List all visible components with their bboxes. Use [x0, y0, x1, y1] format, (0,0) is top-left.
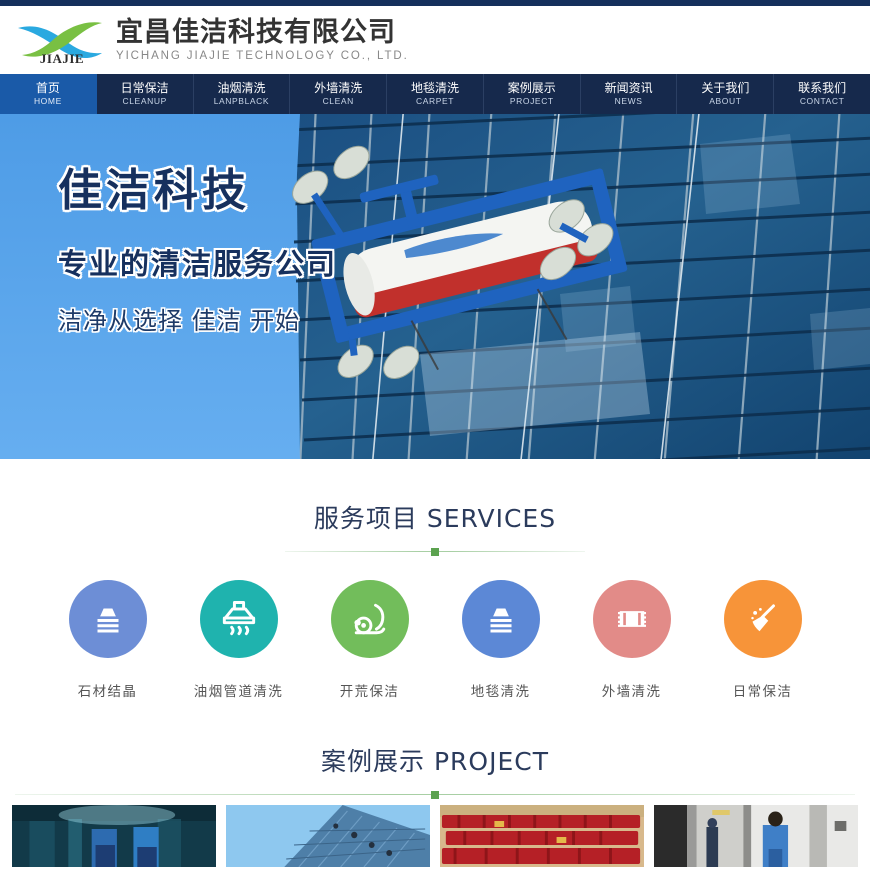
site-header: JIAJIE 宜昌佳洁科技有限公司 YICHANG JIAJIE TECHNOL… [0, 6, 870, 74]
service-item-range-hood[interactable]: 油烟管道清洗 [173, 580, 304, 700]
hero-copy: 佳洁科技 专业的清洁服务公司 洁净从选择 佳洁 开始 [58, 165, 338, 336]
service-item-curtain-wall[interactable]: 外墙清洗 [566, 580, 697, 700]
services-divider [285, 547, 585, 556]
hero-tagline: 洁净从选择 佳洁 开始 [58, 306, 301, 335]
nav-item-label-cn: 案例展示 [507, 80, 556, 95]
services-title: 服务项目 SERVICES [313, 504, 557, 533]
carpet-stack-icon[interactable] [461, 580, 540, 658]
project-thumbnail[interactable] [226, 805, 430, 867]
nav-item-label-cn: 地毯清洗 [411, 80, 460, 95]
nav-item-label-cn: 关于我们 [701, 80, 750, 95]
projects-heading: 案例展示 PROJECT [0, 700, 870, 799]
curtain-wall-icon[interactable] [592, 580, 671, 658]
nav-item-label-cn: 新闻资讯 [604, 80, 653, 95]
divider-dot [431, 547, 439, 556]
service-label: 日常保洁 [732, 684, 793, 700]
projects-section: 案例展示 PROJECT [0, 700, 870, 867]
projects-divider [15, 790, 855, 799]
nav-item-label-cn: 日常保洁 [120, 80, 169, 95]
company-name-cn: 宜昌佳洁科技有限公司 [116, 16, 396, 48]
divider-dot [431, 790, 439, 799]
nav-item-project[interactable]: 案例展示 PROJECT [484, 74, 581, 114]
vacuum-cleaner-icon[interactable] [330, 580, 409, 658]
services-grid: 石材结晶 油烟管道清洗 开荒保洁 地毯清洗 外墙清洗 日常保洁 [0, 552, 870, 700]
range-hood-icon[interactable] [199, 580, 278, 658]
service-item-stone-crystal[interactable]: 石材结晶 [42, 580, 173, 700]
nav-item-label-en: NEWS [614, 96, 643, 107]
nav-item-label-cn: 油烟清洗 [217, 80, 266, 95]
broom-icon[interactable] [723, 580, 802, 658]
main-navigation[interactable]: 首页 HOME 日常保洁 CLEANUP 油烟清洗 LANPBLACK 外墙清洗 CLEAN 地… [0, 74, 870, 114]
nav-item-label-en: LANPBLACK [213, 96, 270, 107]
nav-item-cleanup[interactable]: 日常保洁 CLEANUP [97, 74, 194, 114]
nav-item-label-en: CONTACT [799, 96, 845, 107]
nav-item-about[interactable]: 关于我们 ABOUT [677, 74, 775, 114]
service-label: 外墙清洗 [601, 684, 662, 700]
nav-item-home[interactable]: 首页 HOME [0, 74, 97, 114]
nav-item-news[interactable]: 新闻资讯 NEWS [581, 74, 678, 114]
projects-title: 案例展示 PROJECT [321, 747, 549, 776]
nav-item-label-en: CLEANUP [122, 96, 167, 107]
service-label: 地毯清洗 [470, 684, 531, 700]
projects-gallery [0, 795, 870, 867]
hero-subheadline: 专业的清洁服务公司 [58, 246, 338, 281]
service-label: 开荒保洁 [339, 684, 400, 700]
nav-item-clean[interactable]: 外墙清洗 CLEAN [290, 74, 388, 114]
project-thumbnail[interactable] [440, 805, 644, 867]
nav-item-label-cn: 首页 [35, 80, 60, 95]
project-thumbnail[interactable] [12, 805, 216, 867]
nav-item-label-en: CARPET [415, 96, 455, 107]
nav-item-label-en: PROJECT [509, 96, 554, 107]
service-item-vacuum-cleaner[interactable]: 开荒保洁 [304, 580, 435, 700]
nav-item-lanpblack[interactable]: 油烟清洗 LANPBLACK [194, 74, 291, 114]
hero-headline: 佳洁科技 [58, 165, 250, 216]
nav-item-label-en: ABOUT [709, 96, 742, 107]
nav-item-label-cn: 外墙清洗 [314, 80, 363, 95]
service-label: 石材结晶 [77, 684, 138, 700]
nav-item-label-cn: 联系我们 [798, 80, 847, 95]
service-item-broom[interactable]: 日常保洁 [697, 580, 828, 700]
service-item-carpet-stack[interactable]: 地毯清洗 [435, 580, 566, 700]
nav-item-contact[interactable]: 联系我们 CONTACT [774, 74, 870, 114]
nav-item-carpet[interactable]: 地毯清洗 CARPET [387, 74, 484, 114]
services-section: 服务项目 SERVICES 石材结晶 油烟管道清洗 开荒保洁 地毯清洗 外墙清洗 日常保洁 [0, 459, 870, 700]
svg-text:JIAJIE: JIAJIE [40, 51, 84, 66]
nav-item-label-en: HOME [33, 96, 62, 107]
jiajie-swoosh-logo[interactable]: JIAJIE [14, 14, 110, 66]
service-label: 油烟管道清洗 [193, 684, 284, 700]
services-heading: 服务项目 SERVICES [0, 459, 870, 556]
hero-banner: 佳洁科技 专业的清洁服务公司 洁净从选择 佳洁 开始 [0, 114, 870, 459]
company-name-en: YICHANG JIAJIE TECHNOLOGY CO., LTD. [116, 50, 409, 63]
nav-item-label-en: CLEAN [322, 96, 354, 107]
stone-crystal-icon[interactable] [68, 580, 147, 658]
project-thumbnail[interactable] [654, 805, 858, 867]
logo-text-block: 宜昌佳洁科技有限公司 YICHANG JIAJIE TECHNOLOGY CO.… [116, 16, 409, 63]
